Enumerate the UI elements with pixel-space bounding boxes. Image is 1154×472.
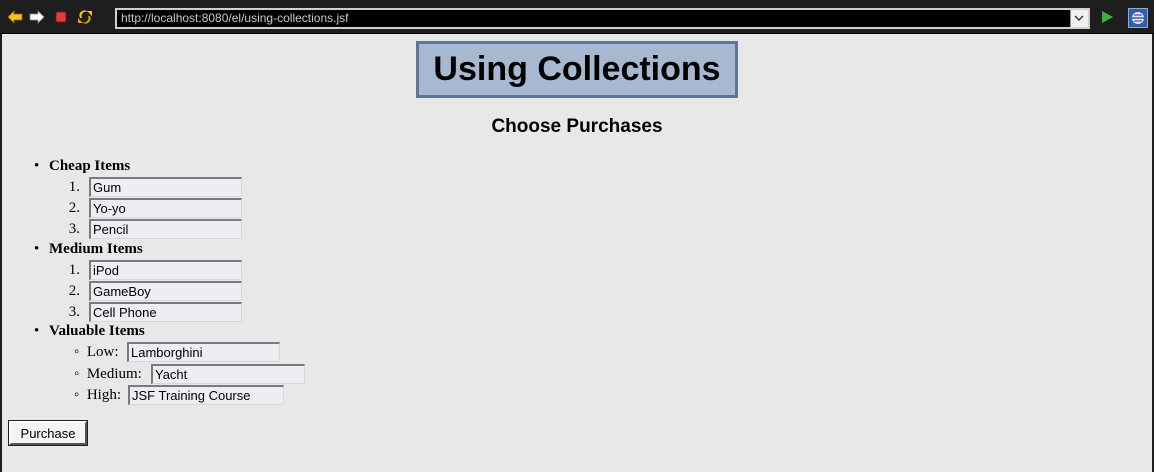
category-medium-label: Medium Items xyxy=(49,241,143,257)
list-number: 1. xyxy=(68,262,80,278)
valuable-medium-field[interactable] xyxy=(151,364,305,384)
bullet-circle-icon: ◦ xyxy=(74,366,80,382)
valuable-high-row: ◦ High: xyxy=(74,386,121,404)
page-subtitle: Choose Purchases xyxy=(491,116,663,137)
valuable-low-row: ◦ Low: xyxy=(74,343,119,361)
valuable-high-field[interactable] xyxy=(128,385,284,405)
medium-item-1-field[interactable] xyxy=(89,260,242,280)
valuable-low-label: Low: xyxy=(86,344,119,360)
category-valuable-label: Valuable Items xyxy=(49,323,145,339)
page-title-box: Using Collections xyxy=(416,41,738,98)
valuable-medium-row: ◦ Medium: xyxy=(74,365,142,383)
bullet-disc-icon: • xyxy=(34,158,40,174)
valuable-medium-label: Medium: xyxy=(86,366,142,382)
valuable-low-field[interactable] xyxy=(127,342,280,362)
address-bar-url: http://localhost:8080/el/using-collectio… xyxy=(121,11,349,25)
stop-icon[interactable] xyxy=(53,9,69,25)
category-cheap-label: Cheap Items xyxy=(49,158,131,174)
category-medium: • Medium Items xyxy=(34,241,143,258)
go-icon[interactable] xyxy=(1099,9,1115,25)
bullet-circle-icon: ◦ xyxy=(74,387,80,403)
back-arrow-icon[interactable] xyxy=(7,9,23,25)
list-number: 1. xyxy=(68,179,80,195)
list-number: 2. xyxy=(68,283,80,299)
window-frame-left xyxy=(0,34,2,472)
medium-item-3-field[interactable] xyxy=(89,302,242,322)
eclipse-icon[interactable] xyxy=(1128,8,1148,28)
cheap-item-3-field[interactable] xyxy=(89,219,242,239)
category-valuable: • Valuable Items xyxy=(34,323,145,340)
bullet-circle-icon: ◦ xyxy=(74,344,80,360)
address-bar[interactable]: http://localhost:8080/el/using-collectio… xyxy=(115,8,1090,29)
browser-toolbar: http://localhost:8080/el/using-collectio… xyxy=(0,0,1154,34)
list-number: 3. xyxy=(68,304,80,320)
list-number: 2. xyxy=(68,200,80,216)
purchase-button[interactable]: Purchase xyxy=(8,420,88,446)
list-number: 3. xyxy=(68,221,80,237)
page-title: Using Collections xyxy=(433,50,721,88)
cheap-item-2-field[interactable] xyxy=(89,198,242,218)
valuable-high-label: High: xyxy=(86,387,121,403)
bullet-disc-icon: • xyxy=(34,241,40,257)
category-cheap: • Cheap Items xyxy=(34,158,130,175)
cheap-item-1-field[interactable] xyxy=(89,177,242,197)
forward-arrow-icon[interactable] xyxy=(29,9,45,25)
refresh-icon[interactable] xyxy=(77,9,93,25)
bullet-disc-icon: • xyxy=(34,323,40,339)
chevron-down-icon[interactable] xyxy=(1070,10,1088,27)
medium-item-2-field[interactable] xyxy=(89,281,242,301)
